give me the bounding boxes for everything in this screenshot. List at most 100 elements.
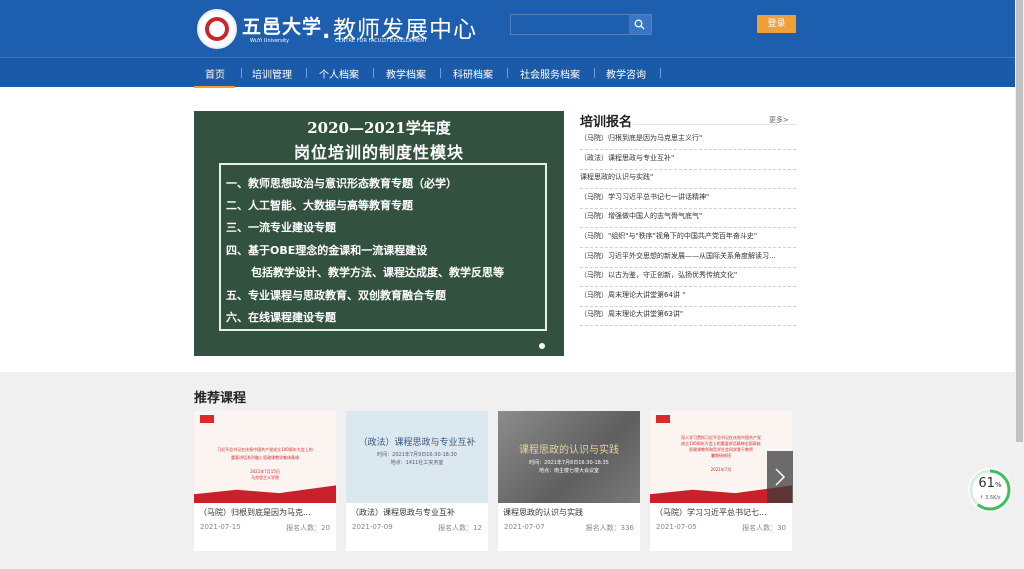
registration-item-text: （马院）学习习近平总书记七一讲话精神" <box>580 193 710 201</box>
search-button[interactable] <box>629 15 651 34</box>
enrollment-label: 报名人数： <box>286 524 322 532</box>
nav-divider <box>507 68 508 78</box>
registration-item[interactable]: （马院）增强做中国人的志气骨气底气" <box>580 208 796 228</box>
university-seal-logo[interactable] <box>197 9 237 49</box>
thumbnail-text: 地点：1411社工实务室 <box>390 460 444 466</box>
thumbnail-text: 时间：2021年7月9日16:30-18:30 <box>377 452 457 458</box>
registration-item[interactable]: （政法）课程思政与专业互补" <box>580 150 796 170</box>
registration-item-text: （马院）周末理论大讲堂第63讲" <box>580 310 684 318</box>
course-thumbnail: 习近平总书记在庆祝中国共产党成立100周年大会上的 重要讲话系列融入思政课教学集… <box>194 411 336 503</box>
thumbnail-text: 马克思主义学院 <box>251 475 279 480</box>
course-date: 2021-07-15 <box>200 523 241 531</box>
thumbnail-text: （政法）课程思政与专业互补 <box>358 438 476 448</box>
nav-item-teaching-consult[interactable]: 教学咨询 <box>606 66 646 81</box>
speed-rate-value: 3.5K/s <box>985 495 1001 501</box>
speed-percent: 61% <box>968 476 1012 491</box>
course-title: 课程思政的认识与实践 <box>503 508 583 517</box>
university-name: 五邑大学 <box>242 16 323 38</box>
course-thumbnail: （政法）课程思政与专业互补 时间：2021年7月9日16:30-18:30 地点… <box>346 411 488 503</box>
nav-divider <box>241 68 242 78</box>
course-card[interactable]: 课程思政的认识与实践 时间：2021年7月8日16:30-18:35 地点：南主… <box>498 411 640 551</box>
network-speed-widget[interactable]: 61% ↑ 3.5K/s <box>968 468 1012 512</box>
course-title: （马院）学习习近平总书记七... <box>655 508 767 517</box>
course-date: 2021-07-07 <box>504 523 545 531</box>
enrollment-count: 336 <box>620 524 634 532</box>
banner-module-line: 五、专业课程与思政教育、双创教育融合专题 <box>226 289 446 302</box>
nav-divider <box>440 68 441 78</box>
course-date: 2021-07-09 <box>352 523 393 531</box>
nav-item-teaching-file[interactable]: 教学档案 <box>386 66 426 81</box>
nav-item-home[interactable]: 首页 <box>205 66 225 81</box>
course-card[interactable]: 习近平总书记在庆祝中国共产党成立100周年大会上的 重要讲话系列融入思政课教学集… <box>194 411 336 551</box>
registration-item-text: （马院）周末理论大讲堂第64讲 " <box>580 291 686 299</box>
registration-item-text: （马院）习近平外交思想的新发展——从国际关系角度解读习... <box>580 252 776 260</box>
registration-item-text: 课程思政的认识与实践" <box>580 173 654 181</box>
registration-item[interactable]: （马院）学习习近平总书记七一讲话精神" <box>580 189 796 209</box>
nav-item-research-file[interactable]: 科研档案 <box>453 66 493 81</box>
nav-item-social-service-file[interactable]: 社会服务档案 <box>520 66 580 81</box>
speed-percent-value: 61 <box>978 476 995 491</box>
party-flag-icon <box>656 415 670 423</box>
course-title: （政法）课程思政与专业互补 <box>351 508 455 517</box>
registration-more-link[interactable]: 更多> <box>769 115 789 125</box>
nav-divider <box>306 68 307 78</box>
thumbnail-text: 时间：2021年7月8日16:30-18:35 <box>529 460 609 466</box>
course-thumbnail: 课程思政的认识与实践 时间：2021年7月8日16:30-18:35 地点：南主… <box>498 411 640 503</box>
thumbnail-text: 习近平总书记在庆祝中国共产党成立100周年大会上的 <box>217 447 313 452</box>
banner-title: 岗位培训的制度性模块 <box>293 143 464 162</box>
registration-title: 培训报名 <box>580 115 633 130</box>
course-enrollment: 报名人数：20 <box>286 523 330 533</box>
registration-item-text: （马院）归根到底是因为马克思主义行" <box>580 134 703 142</box>
nav-divider <box>594 68 595 78</box>
banner-module-line: 四、基于OBE理念的金课和一流课程建设 <box>226 244 428 257</box>
login-button[interactable]: 登录 <box>757 15 796 33</box>
seal-center <box>209 21 225 37</box>
registration-item-text: （马院）增强做中国人的志气骨气底气" <box>580 212 703 220</box>
speed-rate: ↑ 3.5K/s <box>979 495 1001 501</box>
banner-module-line: 一、教师思想政治与意识形态教育专题（必学） <box>226 177 457 190</box>
speed-percent-unit: % <box>994 481 1002 489</box>
nav-divider <box>660 68 661 78</box>
course-enrollment: 报名人数：12 <box>438 523 482 533</box>
banner-module-line: 三、一流专业建设专题 <box>226 221 336 234</box>
banner-module-line: 二、人工智能、大数据与高等教育专题 <box>226 199 413 212</box>
registration-item[interactable]: 课程思政的认识与实践" <box>580 169 796 189</box>
course-enrollment: 报名人数：336 <box>586 523 634 533</box>
registration-item[interactable]: （马院）归根到底是因为马克思主义行" <box>580 130 796 150</box>
registration-item[interactable]: （马院）"组织"与"秩序"视角下的中国共产党百年奋斗史" <box>580 228 796 248</box>
enrollment-label: 报名人数： <box>585 524 621 532</box>
course-enrollment: 报名人数：30 <box>742 523 786 533</box>
chevron-right-icon <box>775 468 786 486</box>
registration-item[interactable]: （马院）周末理论大讲堂第63讲" <box>580 306 796 326</box>
enrollment-count: 20 <box>321 524 330 532</box>
nav-item-personal-file[interactable]: 个人档案 <box>319 66 359 81</box>
thumbnail-text: 课程思政的认识与实践 <box>519 445 619 456</box>
enrollment-label: 报名人数： <box>742 524 778 532</box>
registration-item-text: （马院）以古为鉴，守正创新，弘扬优秀传统文化" <box>580 271 738 279</box>
thumbnail-text: 地点：南主楼七楼大会议室 <box>538 468 599 474</box>
carousel-dot[interactable] <box>539 343 545 349</box>
banner-slide[interactable]: 2020—2021学年度 岗位培训的制度性模块 一、教师思想政治与意识形态教育专… <box>194 111 564 356</box>
registration-item-text: （马院）"组织"与"秩序"视角下的中国共产党百年奋斗史" <box>580 232 758 240</box>
page-scrollbar-thumb[interactable] <box>1016 0 1023 442</box>
course-card[interactable]: （政法）课程思政与专业互补 时间：2021年7月9日16:30-18:30 地点… <box>346 411 488 551</box>
registration-item[interactable]: （马院）周末理论大讲堂第64讲 " <box>580 287 796 307</box>
nav-divider <box>373 68 374 78</box>
party-flag-icon <box>200 415 214 423</box>
site-header: 五邑大学 WuYi University . 教师发展中心 CENTRE FOR… <box>0 0 1015 57</box>
enrollment-label: 报名人数： <box>438 524 474 532</box>
registration-item[interactable]: （马院）以古为鉴，守正创新，弘扬优秀传统文化" <box>580 267 796 287</box>
university-name-en: WuYi University <box>250 38 290 44</box>
carousel-next-button[interactable] <box>767 451 793 503</box>
search-icon <box>634 19 645 30</box>
banner-module-line: 包括教学设计、教学方法、课程达成度、教学反思等 <box>251 266 504 279</box>
main-nav: 首页 培训管理 个人档案 教学档案 科研档案 社会服务档案 教学咨询 <box>0 57 1015 88</box>
nav-item-training[interactable]: 培训管理 <box>252 66 292 81</box>
course-date: 2021-07-05 <box>656 523 697 531</box>
thumbnail-text: 重要讲话系列融入思政课教学集体备课 <box>231 455 299 460</box>
registration-item[interactable]: （马院）习近平外交思想的新发展——从国际关系角度解读习... <box>580 248 796 268</box>
brand-separator: . <box>322 19 331 44</box>
recommended-title: 推荐课程 <box>194 391 247 406</box>
active-nav-indicator <box>194 86 235 88</box>
enrollment-count: 12 <box>473 524 482 532</box>
